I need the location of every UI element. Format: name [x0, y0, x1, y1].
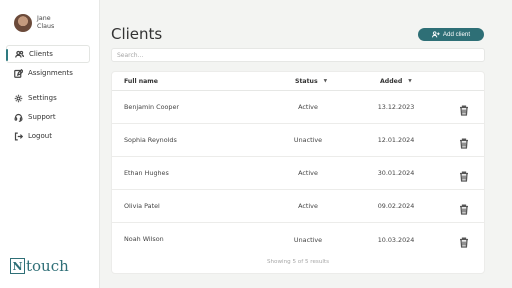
- client-status: Unactive: [293, 236, 323, 244]
- trash-icon: [460, 105, 468, 116]
- sidebar-item-label: Assignments: [28, 69, 73, 77]
- add-user-icon: [431, 31, 440, 38]
- sort-down-icon: ▼: [323, 79, 328, 84]
- table-row[interactable]: Sophia Reynolds Unactive 12.01.2024: [112, 124, 484, 157]
- trash-icon: [460, 237, 468, 248]
- column-header-status[interactable]: Status ▼: [295, 78, 327, 85]
- client-status: Active: [298, 202, 318, 210]
- user-profile[interactable]: Jane Claus: [14, 14, 65, 32]
- trash-icon: [460, 204, 468, 215]
- client-name: Sophia Reynolds: [124, 136, 177, 144]
- table-row[interactable]: Noah Wilson Unactive 10.03.2024: [112, 223, 484, 256]
- user-name: Jane Claus: [37, 15, 65, 31]
- client-name: Noah Wilson: [124, 235, 164, 243]
- client-name: Benjamin Cooper: [124, 103, 180, 111]
- clients-table: Full name Status ▼ Added ▼ Benjamin Coop…: [111, 71, 485, 274]
- client-name: Olivia Patel: [124, 202, 160, 210]
- sidebar-item-label: Support: [28, 113, 56, 121]
- table-row[interactable]: Benjamin Cooper Active 13.12.2023: [112, 91, 484, 124]
- results-summary: Showing 5 of 5 results: [266, 259, 330, 265]
- sidebar-item-logout[interactable]: Logout: [6, 127, 90, 145]
- client-name: Ethan Hughes: [124, 169, 169, 177]
- client-added-date: 10.03.2024: [377, 236, 415, 244]
- client-added-date: 13.12.2023: [377, 103, 415, 111]
- delete-button[interactable]: [459, 233, 469, 248]
- sidebar: Jane Claus Clients Assignments Settings …: [0, 0, 100, 288]
- column-header-label: Added: [380, 78, 403, 85]
- client-added-date: 12.01.2024: [377, 136, 415, 144]
- column-header-added[interactable]: Added ▼: [380, 78, 412, 85]
- sidebar-item-label: Logout: [28, 132, 52, 140]
- headset-icon: [14, 113, 23, 122]
- trash-icon: [460, 171, 468, 182]
- sidebar-item-label: Settings: [28, 94, 57, 102]
- logo-text: touch: [26, 257, 69, 275]
- sidebar-item-label: Clients: [29, 50, 53, 58]
- delete-button[interactable]: [459, 200, 469, 215]
- trash-icon: [460, 138, 468, 149]
- column-header-label: Status: [295, 78, 318, 85]
- client-added-date: 30.01.2024: [377, 169, 415, 177]
- client-status: Active: [298, 103, 318, 111]
- sidebar-item-clients[interactable]: Clients: [6, 45, 90, 63]
- client-status: Active: [298, 169, 318, 177]
- search-input[interactable]: [111, 48, 485, 62]
- delete-button[interactable]: [459, 134, 469, 149]
- table-header: Full name Status ▼ Added ▼: [112, 72, 484, 91]
- column-header-name[interactable]: Full name: [124, 78, 158, 85]
- edit-icon: [14, 68, 23, 78]
- add-client-label: Add client: [442, 31, 471, 38]
- delete-button[interactable]: [459, 167, 469, 182]
- client-status: Unactive: [293, 136, 323, 144]
- user-last-name: Claus: [37, 23, 55, 30]
- add-client-button[interactable]: Add client: [418, 28, 484, 41]
- column-header-label: Full name: [124, 78, 158, 85]
- logo-mark: N: [10, 258, 25, 274]
- page-title: Clients: [111, 25, 163, 43]
- table-row[interactable]: Ethan Hughes Active 30.01.2024: [112, 157, 484, 190]
- user-first-name: Jane: [37, 15, 51, 22]
- client-added-date: 09.02.2024: [377, 202, 415, 210]
- users-icon: [15, 50, 24, 58]
- avatar: [14, 14, 32, 32]
- sort-down-icon: ▼: [408, 79, 412, 84]
- app-logo: N touch: [10, 258, 69, 274]
- table-row[interactable]: Olivia Patel Active 09.02.2024: [112, 190, 484, 223]
- sidebar-item-assignments[interactable]: Assignments: [6, 64, 90, 82]
- sidebar-item-settings[interactable]: Settings: [6, 89, 90, 107]
- gear-icon: [14, 94, 23, 102]
- sidebar-item-support[interactable]: Support: [6, 108, 90, 126]
- logout-icon: [14, 132, 23, 140]
- delete-button[interactable]: [459, 101, 469, 116]
